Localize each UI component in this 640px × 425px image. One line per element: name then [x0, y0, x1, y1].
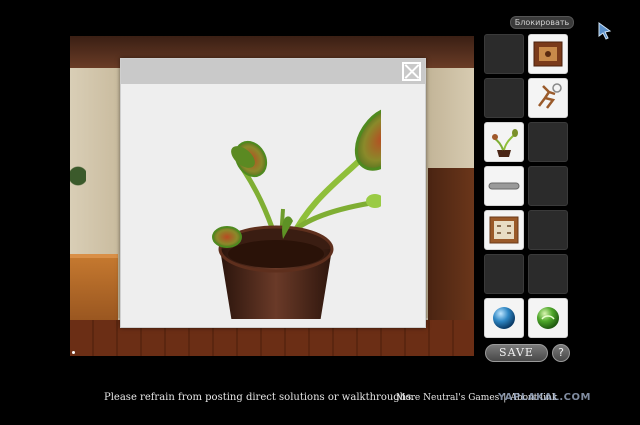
- block-label[interactable]: Блокировать: [510, 16, 574, 29]
- scene-marker: [72, 351, 75, 354]
- close-icon[interactable]: [402, 62, 421, 81]
- inventory-slot-4[interactable]: [528, 78, 568, 118]
- venus-flytrap-image[interactable]: [171, 89, 381, 319]
- inventory-slot-1[interactable]: [484, 34, 524, 74]
- item-zoom-popup: [120, 58, 426, 328]
- inventory-slot-2[interactable]: [528, 34, 568, 74]
- inventory-slot-14[interactable]: [528, 298, 568, 338]
- inventory-slot-5[interactable]: [484, 122, 524, 162]
- inventory-slot-9[interactable]: [484, 210, 524, 250]
- green-orb-icon: [537, 307, 559, 329]
- door[interactable]: [428, 168, 474, 328]
- pointer-cursor-icon: [598, 22, 612, 40]
- inventory-slot-11[interactable]: [484, 254, 524, 294]
- inventory-slot-8[interactable]: [528, 166, 568, 206]
- inventory-slot-6[interactable]: [528, 122, 568, 162]
- stick-figure-icon: [538, 83, 562, 109]
- inventory-slot-7[interactable]: [484, 166, 524, 206]
- help-button[interactable]: ?: [552, 344, 570, 362]
- inventory-slot-10[interactable]: [528, 210, 568, 250]
- inventory-panel: [484, 34, 574, 338]
- popup-header: [121, 59, 425, 84]
- site-watermark: YAPLAKAL.COM: [498, 392, 591, 403]
- wooden-frame-icon: [533, 41, 563, 67]
- inventory-slot-13[interactable]: [484, 298, 524, 338]
- save-button[interactable]: SAVE: [485, 344, 548, 362]
- inventory-slot-3[interactable]: [484, 78, 524, 118]
- framed-picture-icon: [489, 216, 519, 244]
- more-games-link[interactable]: More Neutral's Games: [396, 393, 499, 403]
- blue-orb-icon: [493, 307, 515, 329]
- metal-bar-icon: [488, 182, 520, 190]
- inventory-slot-12[interactable]: [528, 254, 568, 294]
- flytrap-plant-icon: [492, 129, 518, 157]
- game-frame: Блокировать SAVE ? Please refrain from p…: [0, 0, 640, 425]
- footer-notice: Please refrain from posting direct solut…: [104, 392, 415, 403]
- houseplant: [70, 164, 86, 194]
